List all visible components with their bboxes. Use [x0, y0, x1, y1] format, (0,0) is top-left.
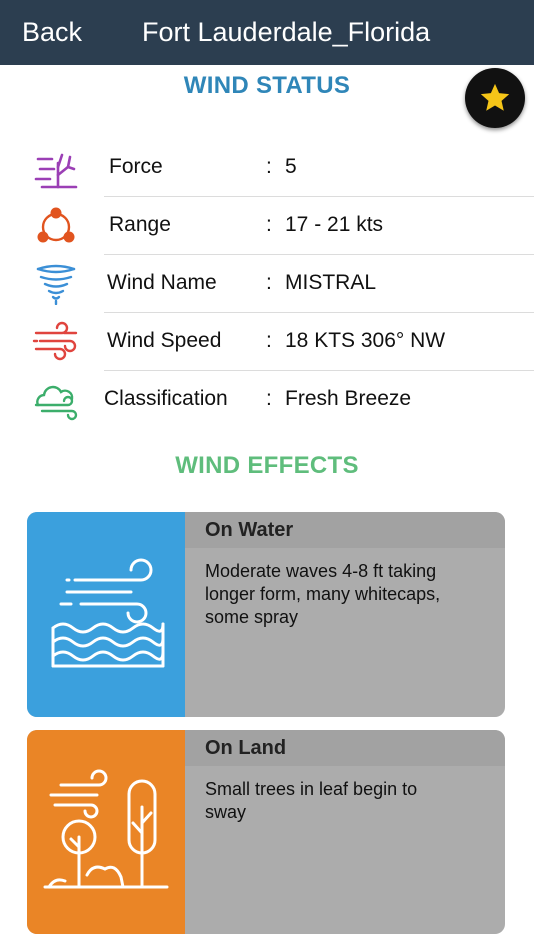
force-value: 5 — [285, 155, 297, 178]
favorite-button[interactable] — [465, 68, 525, 128]
on-land-heading: On Land — [185, 730, 505, 766]
wind-speed-value: 18 KTS 306° NW — [285, 329, 446, 352]
nav-bar: Back Fort Lauderdale_Florida — [0, 0, 534, 65]
range-cycle-icon — [37, 207, 75, 243]
on-land-card: On Land Small trees in leaf begin to swa… — [27, 730, 505, 934]
cloud-wind-icon — [34, 385, 78, 421]
status-row-wind-name: Wind Name : MISTRAL — [0, 255, 534, 313]
on-water-text: Moderate waves 4-8 ft taking longer form… — [205, 561, 441, 627]
wind-status-title: WIND STATUS — [183, 72, 351, 99]
wind-name-colon: : — [266, 271, 272, 294]
wind-speed-label: Wind Speed — [107, 329, 222, 352]
range-colon: : — [266, 213, 272, 236]
wind-speed-icon — [32, 321, 78, 361]
wind-waves-icon — [51, 558, 165, 667]
classification-label: Classification — [104, 387, 228, 410]
back-button[interactable]: Back — [22, 17, 82, 48]
tree-wind-icon — [34, 153, 78, 189]
classification-value: Fresh Breeze — [285, 387, 412, 410]
tornado-icon — [36, 264, 76, 305]
status-row-range: Range : 17 - 21 kts — [0, 197, 534, 255]
on-water-heading: On Water — [185, 512, 505, 548]
force-colon: : — [266, 155, 272, 178]
star-icon — [480, 83, 510, 111]
wind-name-value: MISTRAL — [285, 271, 377, 294]
page-title: Fort Lauderdale_Florida — [142, 17, 431, 47]
force-label: Force — [109, 155, 163, 178]
status-row-wind-speed: Wind Speed : 18 KTS 306° NW — [0, 313, 534, 371]
range-value: 17 - 21 kts — [285, 213, 384, 236]
water-art — [27, 512, 185, 717]
on-land-text: Small trees in leaf begin to sway — [205, 779, 418, 822]
classification-colon: : — [266, 387, 272, 410]
on-water-card: On Water Moderate waves 4-8 ft taking lo… — [27, 512, 505, 717]
wind-name-label: Wind Name — [107, 271, 217, 294]
trees-wind-icon — [43, 769, 169, 889]
wind-effects-title: WIND EFFECTS — [175, 452, 359, 479]
wind-speed-colon: : — [266, 329, 272, 352]
status-row-force: Force : 5 — [0, 139, 534, 197]
land-art — [27, 730, 185, 934]
status-row-classification: Classification : Fresh Breeze — [0, 371, 534, 429]
range-label: Range — [109, 213, 171, 236]
